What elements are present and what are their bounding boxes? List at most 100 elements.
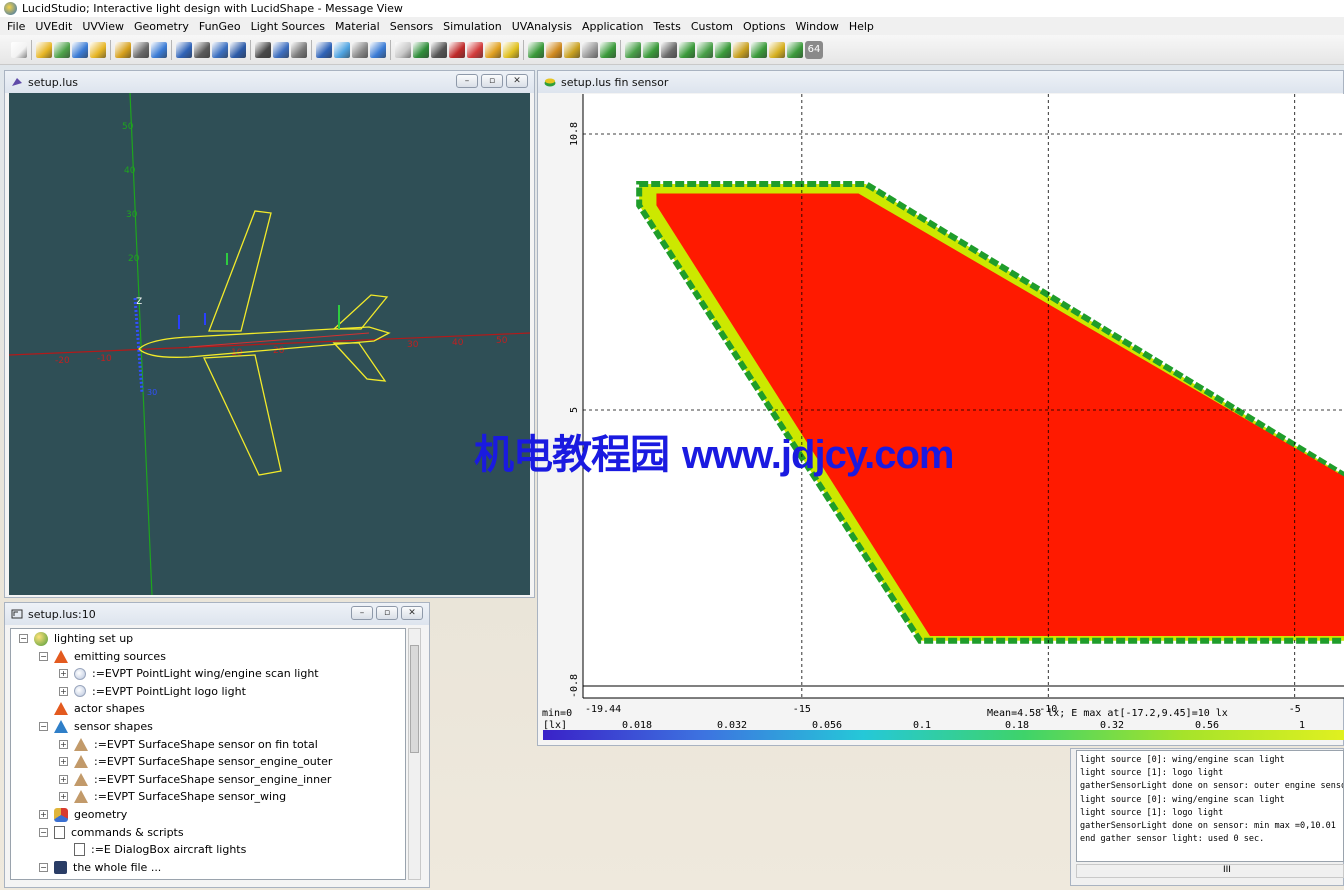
menu-tests[interactable]: Tests <box>648 20 685 33</box>
toolbar-tool-icon[interactable] <box>395 41 411 58</box>
tree-item[interactable]: +:=EVPT SurfaceShape sensor_engine_inner <box>59 771 331 788</box>
menu-application[interactable]: Application <box>577 20 648 33</box>
menu-material[interactable]: Material <box>330 20 385 33</box>
tree-item[interactable]: +:=EVPT SurfaceShape sensor_wing <box>59 788 286 805</box>
menu-window[interactable]: Window <box>790 20 843 33</box>
3d-viewport[interactable]: 50 40 30 20 -20 -10 10 20 30 40 50 Z 30 <box>8 92 531 596</box>
toolbar-tool-icon[interactable] <box>787 41 803 58</box>
minimize-button[interactable]: – <box>456 74 478 88</box>
toolbar-tool-icon[interactable] <box>625 41 641 58</box>
toolbar-tool-icon[interactable] <box>151 41 167 58</box>
toolbar-tool-icon[interactable] <box>316 41 332 58</box>
toolbar-tool-icon[interactable] <box>769 41 785 58</box>
toolbar-tool-icon[interactable] <box>431 41 447 58</box>
toolbar-tool-icon[interactable] <box>212 41 228 58</box>
toolbar-tool-icon[interactable] <box>697 41 713 58</box>
tree-item[interactable]: +:=EVPT PointLight wing/engine scan ligh… <box>59 665 319 682</box>
menu-sensors[interactable]: Sensors <box>385 20 438 33</box>
expand-toggle-icon[interactable]: + <box>59 669 68 679</box>
tree-scrollbar[interactable] <box>408 628 421 880</box>
toolbar-tool-icon[interactable] <box>90 41 106 58</box>
y-tick-label: 5 <box>569 407 580 413</box>
toolbar-tool-icon[interactable] <box>546 41 562 58</box>
toolbar-tool-icon[interactable] <box>72 41 88 58</box>
toolbar-tool-icon[interactable] <box>133 41 149 58</box>
restore-button[interactable]: ▫ <box>376 606 398 620</box>
toolbar-tool-icon[interactable] <box>230 41 246 58</box>
toolbar-tool-icon[interactable] <box>370 41 386 58</box>
tree-item[interactable]: actor shapes <box>39 700 145 717</box>
expand-toggle-icon[interactable]: + <box>59 686 68 696</box>
menu-options[interactable]: Options <box>738 20 790 33</box>
menu-fungeo[interactable]: FunGeo <box>194 20 246 33</box>
toolbar-tool-icon[interactable] <box>352 41 368 58</box>
menu-light-sources[interactable]: Light Sources <box>246 20 330 33</box>
toolbar-tool-icon[interactable] <box>679 41 695 58</box>
menu-file[interactable]: File <box>2 20 30 33</box>
tree-item[interactable]: − commands & scripts <box>39 824 184 841</box>
restore-button[interactable]: ▫ <box>481 74 503 88</box>
menu-uvedit[interactable]: UVEdit <box>30 20 77 33</box>
toolbar-tool-icon[interactable] <box>751 41 767 58</box>
toolbar-tool-icon[interactable] <box>503 41 519 58</box>
toolbar-tool-icon[interactable] <box>194 41 210 58</box>
collapse-toggle-icon[interactable]: − <box>19 634 28 643</box>
collapse-toggle-icon[interactable]: − <box>39 651 48 661</box>
tree-item[interactable]: − the whole file ... <box>39 859 161 876</box>
toolbar-tool-icon[interactable] <box>661 41 677 58</box>
menu-simulation[interactable]: Simulation <box>438 20 507 33</box>
toolbar-tool-icon[interactable] <box>485 41 501 58</box>
toolbar-tool-icon[interactable] <box>528 41 544 58</box>
log-horizontal-scrollbar[interactable]: III <box>1076 864 1344 878</box>
toolbar-tool-icon[interactable] <box>334 41 350 58</box>
menu-uvanalysis[interactable]: UVAnalysis <box>507 20 577 33</box>
expand-toggle-icon[interactable]: + <box>59 757 68 767</box>
close-button[interactable]: ✕ <box>506 74 528 88</box>
expand-toggle-icon[interactable]: + <box>39 810 48 819</box>
toolbar-tool-icon[interactable] <box>115 41 131 58</box>
64bit-badge-icon[interactable]: 64 <box>805 40 823 59</box>
plot-titlebar[interactable]: setup.lus fin sensor <box>538 71 1343 93</box>
toolbar-tool-icon[interactable] <box>467 41 483 58</box>
collapse-toggle-icon[interactable]: − <box>39 722 48 731</box>
toolbar-tool-icon[interactable] <box>600 41 616 58</box>
expand-toggle-icon[interactable]: + <box>59 792 68 802</box>
toolbar-tool-icon[interactable] <box>413 41 429 58</box>
menu-uvview[interactable]: UVView <box>77 20 129 33</box>
tree-item[interactable]: − sensor shapes <box>39 718 153 735</box>
expand-toggle-icon[interactable]: + <box>59 739 68 749</box>
toolbar-tool-icon[interactable] <box>255 41 271 58</box>
tree-item[interactable]: +:=EVPT PointLight logo light <box>59 683 246 700</box>
toolbar-tool-icon[interactable] <box>291 41 307 58</box>
menu-custom[interactable]: Custom <box>686 20 738 33</box>
minimize-button[interactable]: – <box>351 606 373 620</box>
toolbar-tool-icon[interactable] <box>176 41 192 58</box>
doc-icon <box>54 825 65 839</box>
expand-toggle-icon[interactable]: + <box>59 774 68 784</box>
tree-item[interactable]: + geometry <box>39 806 127 823</box>
menu-help[interactable]: Help <box>844 20 879 33</box>
toolbar-tool-icon[interactable] <box>715 41 731 58</box>
tree-item[interactable]: − lighting set up <box>19 630 133 647</box>
collapse-toggle-icon[interactable]: − <box>39 862 48 872</box>
toolbar-tool-icon[interactable] <box>36 41 52 58</box>
scrollbar-thumb[interactable] <box>410 645 419 753</box>
fuselage-outline <box>138 326 391 358</box>
close-button[interactable]: ✕ <box>401 606 423 620</box>
tree-item[interactable]: +:=EVPT SurfaceShape sensor_engine_outer <box>59 753 332 770</box>
tree-item[interactable]: +:=EVPT SurfaceShape sensor on fin total <box>59 736 318 753</box>
setup-tree: − lighting set up − emitting sources +:=EVPT… <box>10 628 406 880</box>
toolbar-tool-icon[interactable] <box>564 41 580 58</box>
tree-item[interactable]: − emitting sources <box>39 648 166 665</box>
tree-item[interactable]: :=E DialogBox aircraft lights <box>59 841 246 858</box>
toolbar-tool-icon[interactable] <box>11 41 27 58</box>
toolbar-tool-icon[interactable] <box>273 41 289 58</box>
toolbar-tool-icon[interactable] <box>449 41 465 58</box>
collapse-toggle-icon[interactable]: − <box>39 827 48 837</box>
toolbar-tool-icon[interactable] <box>54 41 70 58</box>
toolbar-tool-icon[interactable] <box>582 41 598 58</box>
menu-geometry[interactable]: Geometry <box>129 20 194 33</box>
view3d-titlebar[interactable]: setup.lus <box>5 71 534 93</box>
toolbar-tool-icon[interactable] <box>643 41 659 58</box>
toolbar-tool-icon[interactable] <box>733 41 749 58</box>
